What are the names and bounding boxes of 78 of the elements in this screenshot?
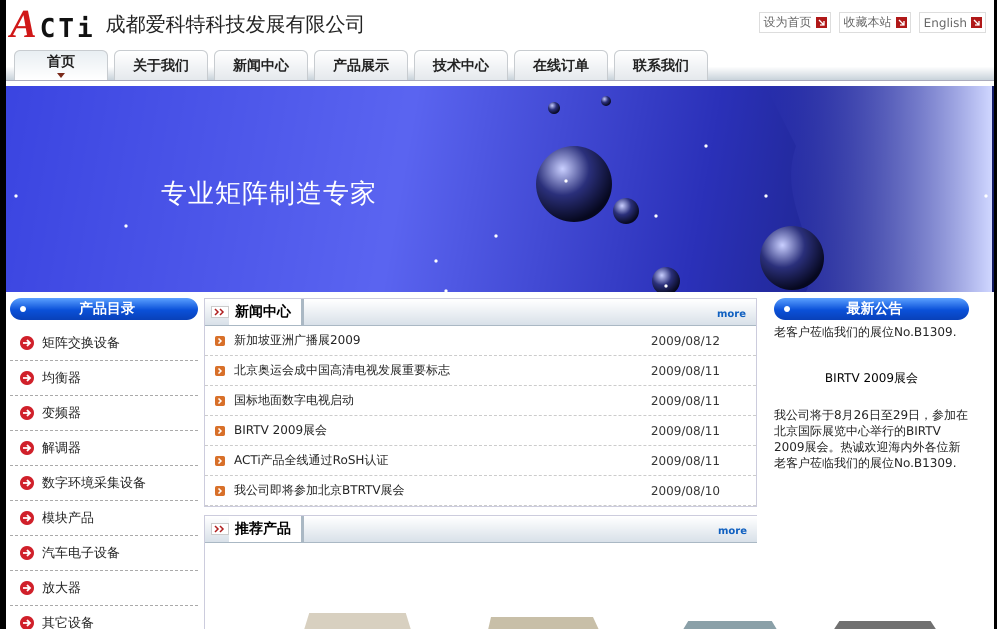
news-item[interactable]: 国标地面数字电视启动 2009/08/11: [205, 386, 756, 416]
nav-tab[interactable]: 产品展示: [314, 50, 408, 80]
news-item[interactable]: 新加坡亚洲广播展2009 2009/08/12: [205, 326, 756, 356]
category-label: 模块产品: [42, 510, 94, 527]
category-label: 汽车电子设备: [42, 545, 120, 562]
bullet-icon: [215, 396, 225, 406]
news-date: 2009/08/11: [650, 454, 720, 468]
news-title: ACTi产品全线通过RoSH认证: [234, 452, 390, 469]
category-link[interactable]: 模块产品: [10, 501, 198, 536]
arrow-icon: [20, 581, 34, 595]
arrow-icon: [20, 441, 34, 455]
news-item[interactable]: ACTi产品全线通过RoSH认证 2009/08/11: [205, 446, 756, 476]
notice-title: BIRTV 2009展会: [824, 370, 920, 387]
company-name: 成都爱科特科技发展有限公司: [106, 10, 366, 38]
bullet-icon: [215, 426, 225, 436]
arrow-icon: [896, 17, 907, 28]
category-label: 解调器: [42, 440, 81, 457]
chevron-icon: [211, 306, 229, 318]
nav-tab[interactable]: 技术中心: [414, 50, 508, 80]
arrow-icon: [20, 406, 34, 420]
arrow-icon: [816, 17, 827, 28]
category-label: 变频器: [42, 405, 81, 422]
news-title: 我公司即将参加北京BTRTV展会: [234, 482, 406, 499]
more-link[interactable]: more: [716, 308, 746, 320]
category-link[interactable]: 数字环境采集设备: [10, 466, 198, 501]
news-item[interactable]: 我公司即将参加北京BTRTV展会 2009/08/10: [205, 476, 756, 506]
notice-text: 我公司将于8月26日至29日，参加在北京国际展览中心举行的BIRTV 2009展会。热诚欢迎海内外各位新老客户莅临我们的展位No.B1309.: [774, 407, 969, 471]
nav-tab[interactable]: 关于我们: [114, 50, 208, 80]
nav-tab[interactable]: 首页: [14, 50, 108, 80]
arrow-icon: [20, 476, 34, 490]
category-label: 数字环境采集设备: [42, 475, 146, 492]
news-title: BIRTV 2009展会: [234, 422, 328, 439]
bullet-icon: [215, 456, 225, 466]
header-link[interactable]: 收藏本站: [838, 12, 911, 33]
header-link[interactable]: 设为首页: [758, 12, 831, 33]
category-link[interactable]: 汽车电子设备: [10, 536, 198, 571]
news-title: 新加坡亚洲广播展2009: [234, 332, 362, 349]
arrow-icon: [20, 336, 34, 350]
arrow-icon: [20, 371, 34, 385]
news-title: 北京奥运会成中国高清电视发展重要标志: [234, 362, 451, 379]
nav-tab[interactable]: 新闻中心: [214, 50, 308, 80]
category-label: 均衡器: [42, 370, 81, 387]
category-label: 矩阵交换设备: [42, 335, 120, 352]
bullet-icon: [215, 366, 225, 376]
category-link[interactable]: 矩阵交换设备: [10, 326, 198, 361]
category-link[interactable]: 解调器: [10, 431, 198, 466]
section-title: 推荐产品: [229, 516, 304, 542]
category-link[interactable]: 均衡器: [10, 361, 198, 396]
more-link[interactable]: more: [718, 526, 747, 536]
category-label: 其它设备: [42, 615, 94, 629]
news-date: 2009/08/11: [650, 394, 720, 408]
category-link[interactable]: 其它设备: [10, 606, 198, 629]
news-title: 国标地面数字电视启动: [234, 392, 355, 409]
bullet-icon: [215, 336, 225, 346]
arrow-icon: [20, 511, 34, 525]
nav-tab[interactable]: 在线订单: [514, 50, 608, 80]
section-title: 产品目录: [78, 300, 136, 318]
header-link[interactable]: English: [918, 12, 986, 33]
news-item[interactable]: 北京奥运会成中国高清电视发展重要标志 2009/08/11: [205, 356, 756, 386]
category-label: 放大器: [42, 580, 81, 597]
chevron-icon: [211, 523, 229, 535]
section-title: 最新公告: [846, 300, 904, 318]
news-date: 2009/08/11: [650, 364, 720, 378]
category-link[interactable]: 变频器: [10, 396, 198, 431]
nav-tab[interactable]: 联系我们: [614, 50, 708, 80]
notice-text: 老客户莅临我们的展位No.B1309.: [774, 324, 958, 340]
banner-slogan: 专业矩阵制造专家: [161, 178, 377, 211]
category-link[interactable]: 放大器: [10, 571, 198, 606]
caret-icon: [57, 73, 65, 78]
news-item[interactable]: BIRTV 2009展会 2009/08/11: [205, 416, 756, 446]
bullet-icon: [215, 486, 225, 496]
arrow-icon: [20, 546, 34, 560]
company-logo: ACTi: [10, 0, 96, 46]
arrow-icon: [971, 17, 982, 28]
section-title: 新闻中心: [229, 299, 304, 325]
news-date: 2009/08/12: [650, 334, 720, 348]
news-date: 2009/08/11: [650, 424, 720, 438]
news-date: 2009/08/10: [650, 484, 720, 498]
